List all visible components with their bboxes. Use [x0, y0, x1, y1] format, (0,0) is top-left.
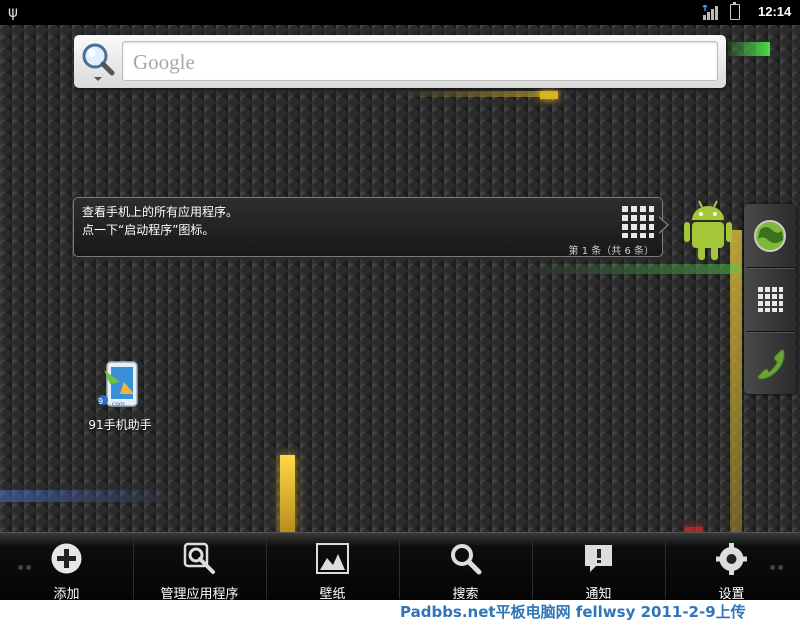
add-icon [51, 543, 82, 574]
settings-icon [716, 543, 747, 575]
google-search-widget: Google [74, 35, 726, 88]
hint-pager: 第 1 条（共 6 条） [568, 246, 654, 257]
notification-icon [585, 545, 612, 572]
app-launcher-icon [758, 287, 783, 312]
battery-icon [730, 2, 740, 20]
hint-tooltip[interactable]: 查看手机上的所有应用程序。 点一下“启动程序”图标。 第 1 条（共 6 条） [73, 197, 663, 257]
svg-text:.com: .com [110, 401, 125, 408]
android-robot-icon [684, 200, 732, 260]
home-screen: ψ 12:14 Google 查看手机上的所有应用程序。 点一下“启动程序”图标… [0, 0, 800, 600]
wallpaper-streak [398, 91, 540, 97]
svg-text:9: 9 [98, 397, 103, 406]
hint-text-line1: 查看手机上的所有应用程序。 [82, 205, 239, 219]
menu-item-label: 搜索 [452, 587, 479, 600]
menu-item-label: 设置 [718, 587, 745, 600]
search-icon [451, 544, 482, 575]
watermark-text: Padbbs.net平板电脑网 fellwsy 2011-2-9上传 [400, 603, 746, 621]
search-placeholder: Google [133, 50, 195, 74]
app-label: 91手机助手 [88, 418, 152, 432]
wallpaper-streak [520, 264, 740, 274]
menu-item-wallpaper[interactable]: 壁纸 [266, 533, 399, 600]
wallpaper-streak [0, 490, 170, 502]
clock: 12:14 [758, 4, 792, 19]
menu-item-label: 添加 [53, 587, 80, 600]
app-launcher-icon [622, 206, 654, 238]
hint-arrow-inner [658, 217, 667, 233]
status-bar: ψ 12:14 [0, 0, 800, 25]
wallpaper-icon [316, 543, 349, 574]
search-engine-button[interactable] [78, 39, 118, 84]
signal-icon [702, 5, 718, 20]
menu-item-label: 管理应用程序 [160, 587, 239, 600]
app-launcher-button[interactable] [744, 268, 796, 330]
menu-item-label: 通知 [585, 587, 612, 600]
wallpaper-streak [540, 91, 558, 99]
wallpaper-streak [280, 455, 295, 532]
menu-item-settings[interactable]: 设置 [665, 533, 798, 600]
phone-button[interactable] [744, 332, 796, 394]
usb-icon: ψ [8, 3, 18, 21]
browser-icon [754, 220, 786, 252]
menu-item-notifications[interactable]: 通知 [532, 533, 665, 600]
menu-item-search[interactable]: 搜索 [399, 533, 532, 600]
wallpaper-streak [728, 42, 770, 56]
search-icon [82, 43, 115, 81]
options-menu: 添加 管理应用程序 壁纸 搜索 通知 设置 [0, 532, 800, 600]
browser-button[interactable] [744, 204, 796, 266]
menu-item-add[interactable]: 添加 [0, 533, 133, 600]
menu-item-manage-apps[interactable]: 管理应用程序 [133, 533, 266, 600]
menu-item-label: 壁纸 [319, 587, 346, 600]
search-input[interactable]: Google [122, 41, 718, 81]
wallpaper-streak [730, 230, 742, 532]
manage-apps-icon [183, 542, 215, 574]
91-assistant-icon: 9 .com [98, 361, 138, 408]
hint-text-line2: 点一下“启动程序”图标。 [82, 223, 215, 237]
phone-icon [757, 349, 785, 380]
launcher-dock [744, 204, 796, 394]
app-shortcut-91-assistant[interactable]: 9 .com 91手机助手 [80, 360, 160, 434]
